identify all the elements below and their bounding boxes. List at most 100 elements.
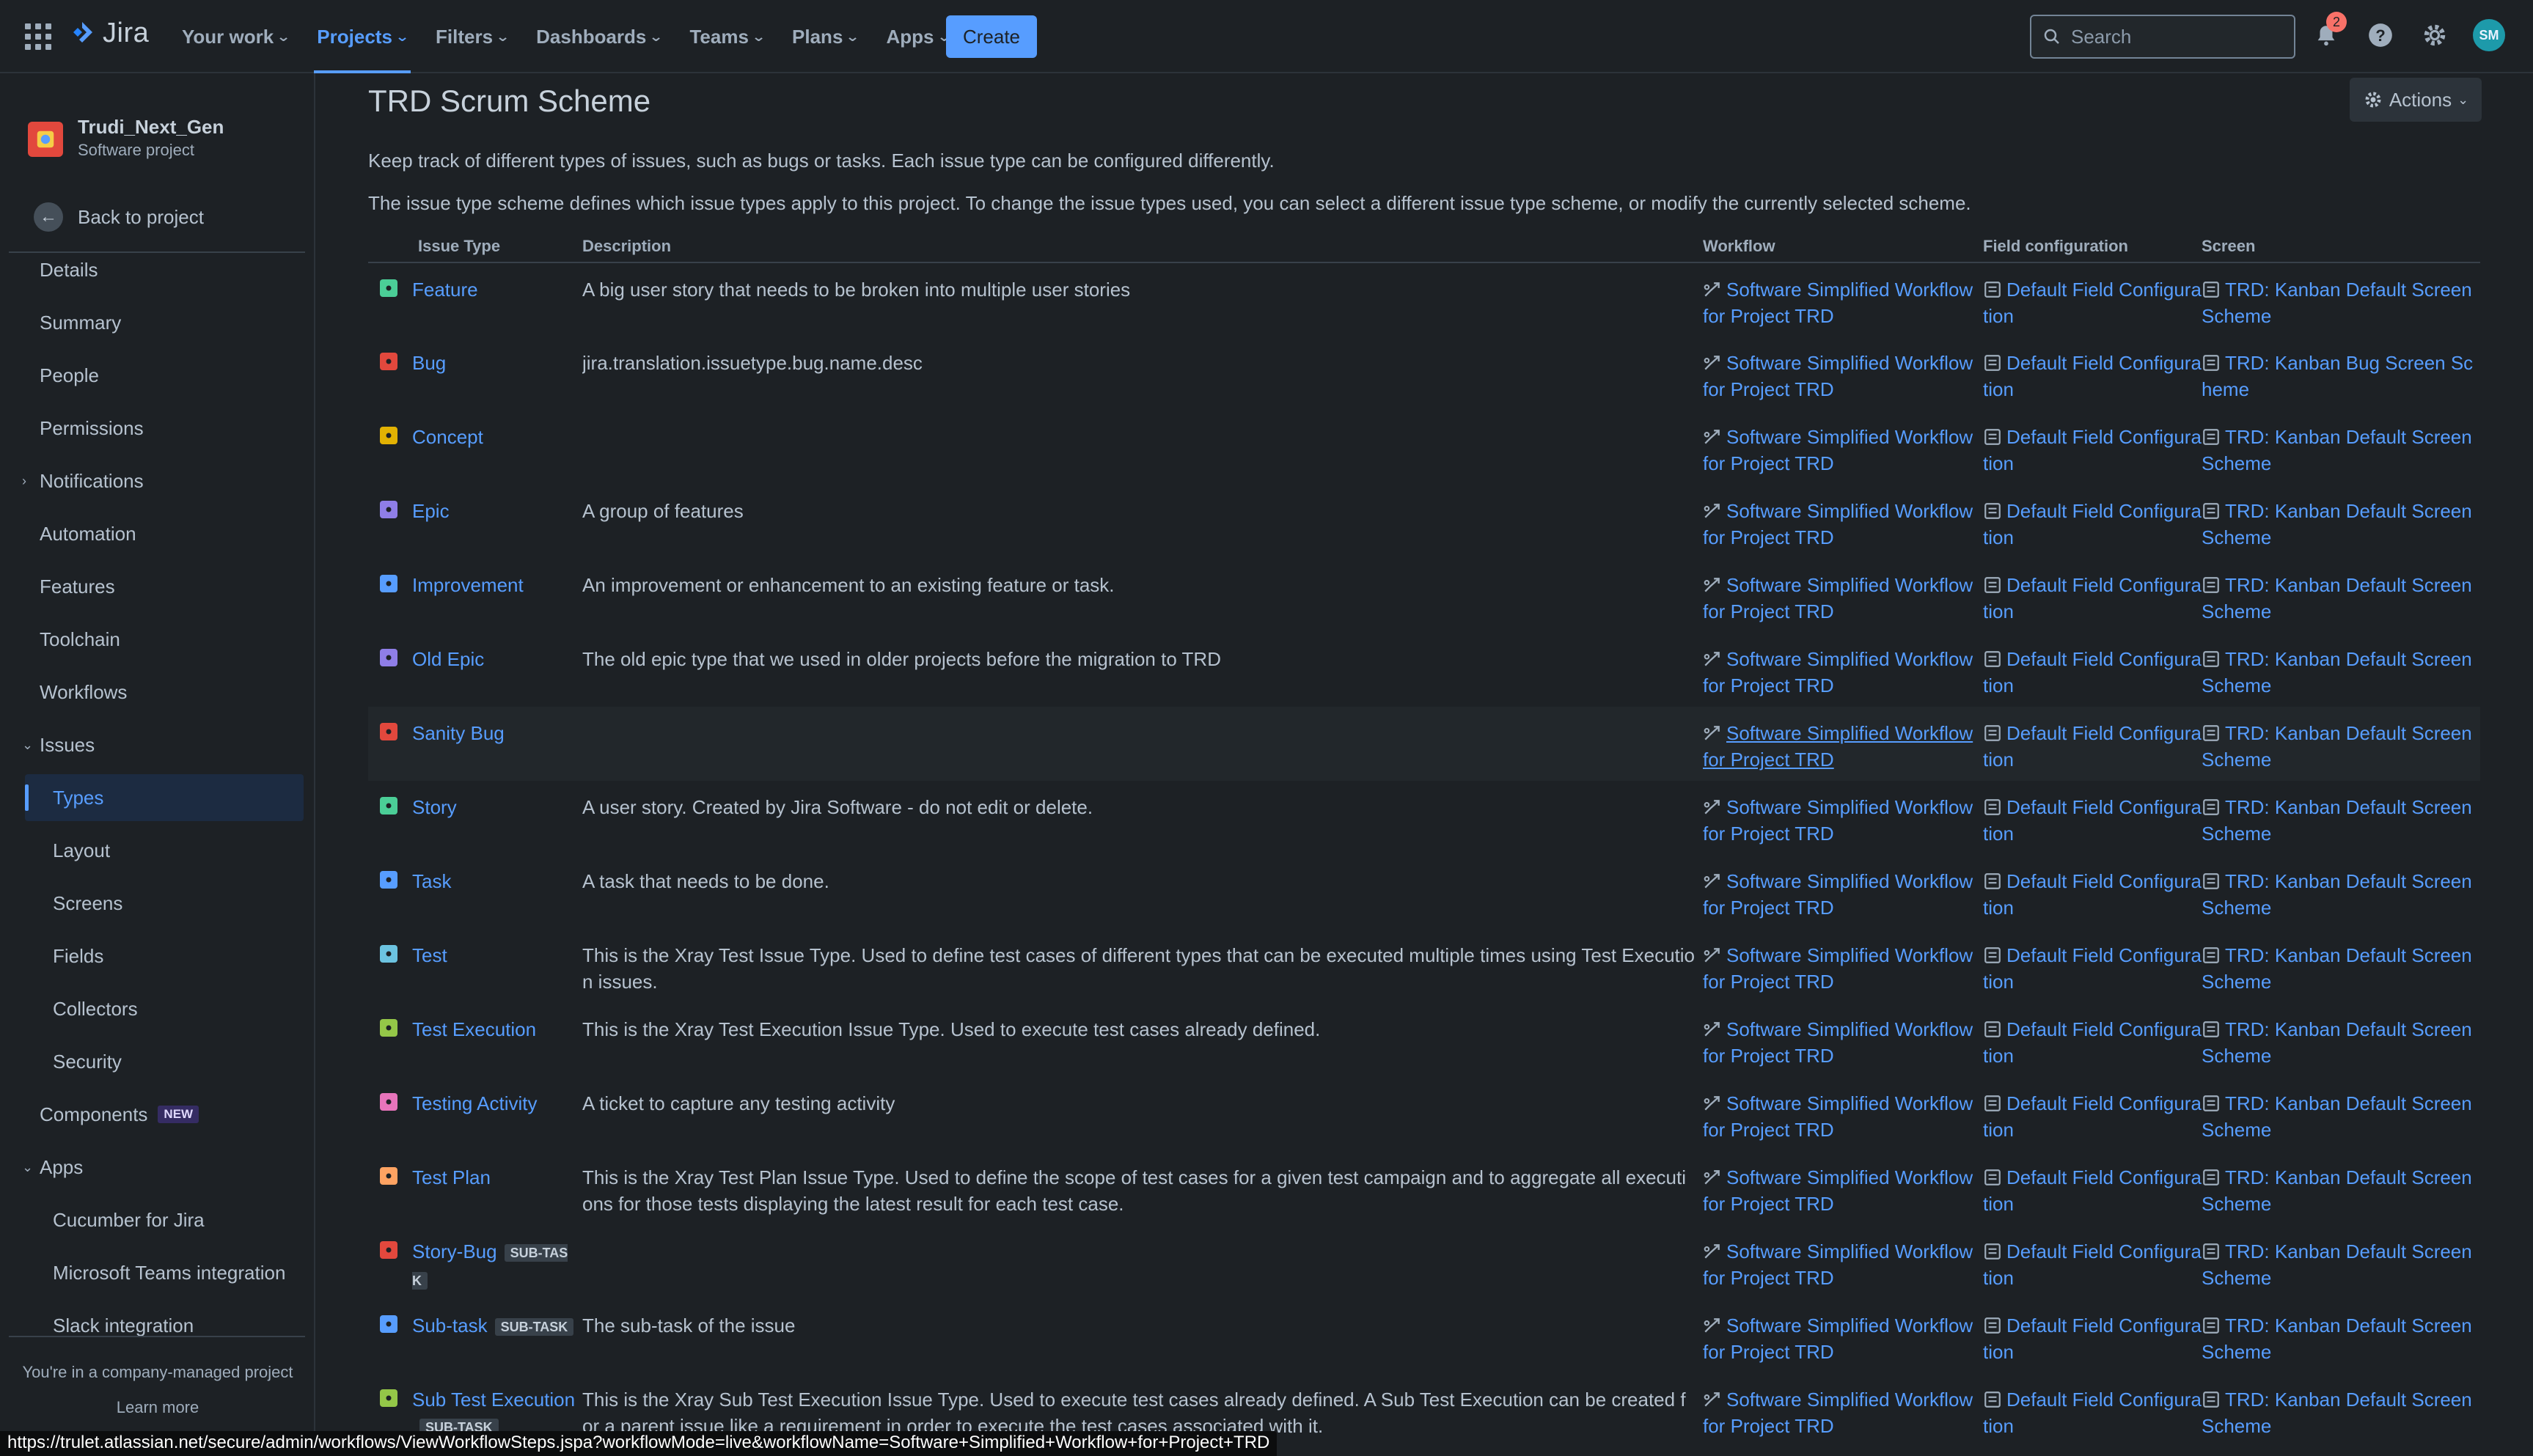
sidebar-item-permissions[interactable]: Permissions	[25, 405, 304, 452]
field-config-link[interactable]: Default Field Configuration	[1983, 722, 2202, 771]
issue-type-link[interactable]: Old Epic	[412, 648, 484, 670]
issue-type-link[interactable]: Test Plan	[412, 1166, 491, 1188]
sidebar-item-apps[interactable]: ⌄ Apps	[22, 1144, 304, 1191]
sidebar-item-issues[interactable]: ⌄ Issues	[22, 721, 304, 768]
screen-scheme-link[interactable]: TRD: Kanban Default Screen Scheme	[2202, 1092, 2472, 1141]
screen-scheme-link[interactable]: TRD: Kanban Default Screen Scheme	[2202, 1315, 2472, 1363]
learn-more-link[interactable]: Learn more	[0, 1390, 315, 1425]
sidebar-item-details[interactable]: Details	[25, 246, 304, 293]
workflow-link[interactable]: Software Simplified Workflow for Project…	[1703, 1018, 1973, 1067]
field-config-link[interactable]: Default Field Configuration	[1983, 1240, 2202, 1289]
sidebar-item-types[interactable]: Types	[25, 774, 304, 821]
avatar[interactable]: SM	[2473, 19, 2505, 51]
issue-type-link[interactable]: Epic	[412, 500, 450, 522]
sidebar-item-toolchain[interactable]: Toolchain	[25, 616, 304, 663]
workflow-link[interactable]: Software Simplified Workflow for Project…	[1703, 500, 1973, 548]
field-config-link[interactable]: Default Field Configuration	[1983, 574, 2202, 622]
field-config-link[interactable]: Default Field Configuration	[1983, 1389, 2202, 1437]
screen-scheme-link[interactable]: TRD: Kanban Bug Screen Scheme	[2202, 352, 2473, 400]
workflow-link[interactable]: Software Simplified Workflow for Project…	[1703, 352, 1973, 400]
screen-scheme-link[interactable]: TRD: Kanban Default Screen Scheme	[2202, 1166, 2472, 1215]
workflow-link[interactable]: Software Simplified Workflow for Project…	[1703, 870, 1973, 919]
nav-your-work[interactable]: Your work ⌄	[182, 0, 291, 73]
issue-type-link[interactable]: Task	[412, 870, 451, 892]
sidebar-item-components[interactable]: Components NEW	[25, 1091, 304, 1138]
create-button[interactable]: Create	[946, 15, 1037, 58]
workflow-link[interactable]: Software Simplified Workflow for Project…	[1703, 1166, 1973, 1215]
nav-filters[interactable]: Filters ⌄	[436, 0, 510, 73]
issue-type-link[interactable]: Test	[412, 944, 447, 966]
sidebar-item-people[interactable]: People	[25, 352, 304, 399]
sidebar-item-layout[interactable]: Layout	[25, 827, 304, 874]
sidebar-item-screens[interactable]: Screens	[25, 880, 304, 927]
field-config-link[interactable]: Default Field Configuration	[1983, 279, 2202, 327]
issue-type-link[interactable]: Improvement	[412, 574, 524, 596]
screen-scheme-link[interactable]: TRD: Kanban Default Screen Scheme	[2202, 944, 2472, 993]
screen-scheme-link[interactable]: TRD: Kanban Default Screen Scheme	[2202, 426, 2472, 474]
field-config-link[interactable]: Default Field Configuration	[1983, 944, 2202, 993]
jira-logo[interactable]: Jira	[67, 18, 149, 49]
field-config-link[interactable]: Default Field Configuration	[1983, 648, 2202, 696]
sidebar-item-notifications[interactable]: › Notifications	[22, 457, 304, 504]
issue-type-link[interactable]: Concept	[412, 426, 483, 448]
nav-projects[interactable]: Projects ⌄	[314, 0, 411, 73]
issue-type-link[interactable]: Test Execution	[412, 1018, 536, 1040]
issue-type-link[interactable]: Story	[412, 796, 457, 818]
back-to-project-link[interactable]: ← Back to project	[34, 202, 204, 232]
screen-scheme-link[interactable]: TRD: Kanban Default Screen Scheme	[2202, 648, 2472, 696]
workflow-link[interactable]: Software Simplified Workflow for Project…	[1703, 796, 1973, 845]
sidebar-item-features[interactable]: Features	[25, 563, 304, 610]
screen-scheme-link[interactable]: TRD: Kanban Default Screen Scheme	[2202, 1018, 2472, 1067]
nav-teams[interactable]: Teams ⌄	[689, 0, 766, 73]
issue-type-link[interactable]: Bug	[412, 352, 446, 374]
workflow-link[interactable]: Software Simplified Workflow for Project…	[1703, 944, 1973, 993]
nav-dashboards[interactable]: Dashboards ⌄	[536, 0, 664, 73]
field-config-link[interactable]: Default Field Configuration	[1983, 500, 2202, 548]
issue-type-link[interactable]: Feature	[412, 279, 478, 301]
help-button[interactable]: ?	[2364, 19, 2397, 51]
sidebar-item-summary[interactable]: Summary	[25, 299, 304, 346]
field-config-link[interactable]: Default Field Configuration	[1983, 1092, 2202, 1141]
workflow-link[interactable]: Software Simplified Workflow for Project…	[1703, 279, 1973, 327]
workflow-link[interactable]: Software Simplified Workflow for Project…	[1703, 1315, 1973, 1363]
nav-apps[interactable]: Apps ⌄	[887, 0, 951, 73]
screen-scheme-link[interactable]: TRD: Kanban Default Screen Scheme	[2202, 279, 2472, 327]
sidebar-item-slack[interactable]: Slack integration	[25, 1302, 304, 1349]
workflow-link[interactable]: Software Simplified Workflow for Project…	[1703, 426, 1973, 474]
sidebar-item-collectors[interactable]: Collectors	[25, 985, 304, 1032]
workflow-link[interactable]: Software Simplified Workflow for Project…	[1703, 1389, 1973, 1437]
search-input[interactable]: Search	[2030, 15, 2295, 59]
issue-type-link[interactable]: Testing Activity	[412, 1092, 538, 1114]
screen-scheme-link[interactable]: TRD: Kanban Default Screen Scheme	[2202, 1240, 2472, 1289]
issue-type-link[interactable]: Sanity Bug	[412, 722, 505, 744]
screen-scheme-link[interactable]: TRD: Kanban Default Screen Scheme	[2202, 1389, 2472, 1437]
screen-scheme-link[interactable]: TRD: Kanban Default Screen Scheme	[2202, 500, 2472, 548]
nav-plans[interactable]: Plans ⌄	[792, 0, 860, 73]
field-config-link[interactable]: Default Field Configuration	[1983, 870, 2202, 919]
field-config-link[interactable]: Default Field Configuration	[1983, 426, 2202, 474]
workflow-link[interactable]: Software Simplified Workflow for Project…	[1703, 1092, 1973, 1141]
workflow-link[interactable]: Software Simplified Workflow for Project…	[1703, 648, 1973, 696]
field-config-link[interactable]: Default Field Configuration	[1983, 1166, 2202, 1215]
project-header[interactable]: Trudi_Next_Gen Software project	[28, 114, 224, 161]
workflow-link[interactable]: Software Simplified Workflow for Project…	[1703, 722, 1973, 771]
sidebar-item-cucumber[interactable]: Cucumber for Jira	[25, 1196, 304, 1243]
screen-scheme-link[interactable]: TRD: Kanban Default Screen Scheme	[2202, 796, 2472, 845]
workflow-link[interactable]: Software Simplified Workflow for Project…	[1703, 1240, 1973, 1289]
app-switcher-icon[interactable]	[25, 23, 51, 50]
sidebar-item-fields[interactable]: Fields	[25, 933, 304, 979]
actions-button[interactable]: Actions ⌄	[2350, 78, 2482, 122]
settings-button[interactable]	[2419, 19, 2451, 51]
issue-type-link[interactable]: Sub-task	[412, 1315, 488, 1336]
sidebar-item-workflows[interactable]: Workflows	[25, 669, 304, 716]
sidebar-item-security[interactable]: Security	[25, 1038, 304, 1085]
workflow-link[interactable]: Software Simplified Workflow for Project…	[1703, 574, 1973, 622]
screen-scheme-link[interactable]: TRD: Kanban Default Screen Scheme	[2202, 870, 2472, 919]
field-config-link[interactable]: Default Field Configuration	[1983, 352, 2202, 400]
sidebar-item-teams-integration[interactable]: Microsoft Teams integration	[25, 1249, 304, 1296]
field-config-link[interactable]: Default Field Configuration	[1983, 1018, 2202, 1067]
issue-type-link[interactable]: Sub Test Execution	[412, 1389, 575, 1411]
screen-scheme-link[interactable]: TRD: Kanban Default Screen Scheme	[2202, 722, 2472, 771]
notifications-button[interactable]: 2	[2310, 12, 2347, 51]
field-config-link[interactable]: Default Field Configuration	[1983, 796, 2202, 845]
